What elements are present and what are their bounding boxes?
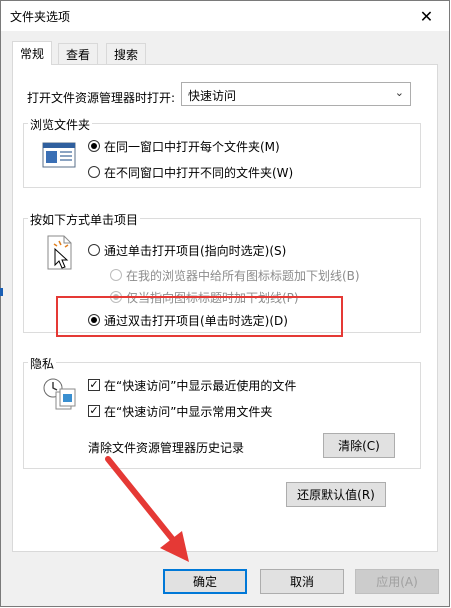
chevron-down-icon: ⌄ [394, 86, 404, 99]
single-click-label[interactable]: 通过单击打开项目(指向时选定)(S) [104, 242, 286, 259]
tab-search[interactable]: 搜索 [106, 43, 147, 64]
title-bar: 文件夹选项 ✕ [1, 1, 449, 31]
open-explorer-select[interactable]: 快速访问 ⌄ [181, 82, 411, 106]
clear-history-label: 清除文件资源管理器历史记录 [88, 441, 245, 455]
background-edge [0, 288, 3, 296]
window-title: 文件夹选项 [10, 10, 71, 24]
apply-button: 应用(A) [355, 569, 439, 594]
open-explorer-label: 打开文件资源管理器时打开: [27, 91, 176, 105]
pointer-document-icon [47, 235, 72, 270]
new-window-label[interactable]: 在不同窗口中打开不同的文件夹(W) [104, 164, 293, 181]
browse-folders-title: 浏览文件夹 [28, 116, 93, 133]
privacy-title: 隐私 [28, 355, 57, 372]
recent-files-label[interactable]: 在“快速访问”中显示最近使用的文件 [104, 377, 296, 394]
frequent-folders-checkbox[interactable]: ✓ [88, 405, 100, 417]
cancel-button[interactable]: 取消 [260, 569, 344, 594]
open-explorer-value: 快速访问 [188, 89, 237, 103]
underline-all-label: 在我的浏览器中给所有图标标题加下划线(B) [126, 269, 360, 283]
privacy-group: 隐私 ✓ 在“快速访问”中显示最近使用的文件 ✓ 在“快速访问”中显示常用文件夹… [23, 355, 421, 469]
restore-defaults-button[interactable]: 还原默认值(R) [286, 482, 386, 507]
recent-files-checkbox[interactable]: ✓ [88, 379, 100, 391]
highlight-box [56, 296, 343, 337]
tab-general[interactable]: 常规 [12, 41, 53, 65]
new-window-radio[interactable] [88, 166, 100, 178]
underline-all-radio [110, 269, 122, 281]
folder-window-icon [42, 142, 76, 168]
same-window-label[interactable]: 在同一窗口中打开每个文件夹(M) [104, 138, 280, 155]
tab-view[interactable]: 查看 [58, 43, 99, 64]
click-items-title: 按如下方式单击项目 [28, 211, 141, 228]
recent-history-icon [43, 378, 76, 410]
frequent-folders-label[interactable]: 在“快速访问”中显示常用文件夹 [104, 403, 272, 420]
clear-button[interactable]: 清除(C) [323, 433, 395, 458]
single-click-radio[interactable] [88, 244, 100, 256]
close-icon[interactable]: ✕ [404, 1, 449, 31]
browse-folders-group: 浏览文件夹 在同一窗口中打开每个文件夹(M) 在不同窗口中打开不同的文件夹(W) [23, 116, 421, 188]
same-window-radio[interactable] [88, 140, 100, 152]
ok-button[interactable]: 确定 [163, 569, 247, 594]
